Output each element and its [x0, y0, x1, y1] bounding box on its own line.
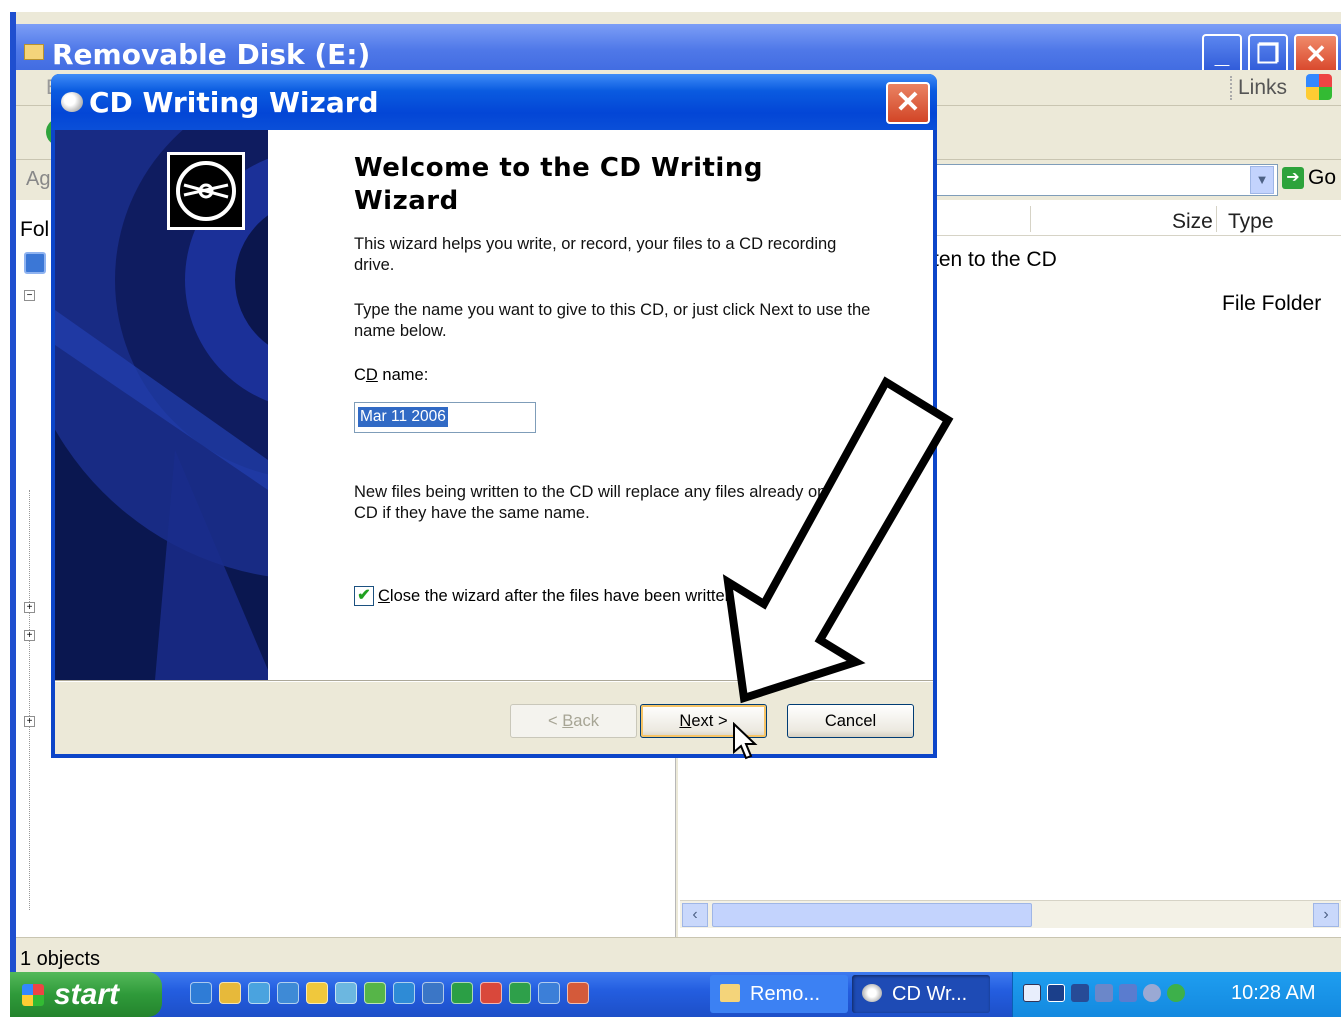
status-bar: 1 objects: [16, 937, 1341, 977]
column-separator[interactable]: [1030, 206, 1031, 232]
wizard-titlebar[interactable]: CD Writing Wizard ✕: [51, 74, 937, 130]
minimize-button[interactable]: _: [1202, 34, 1242, 74]
desktop-icon[interactable]: [24, 252, 46, 274]
address-label: Ag: [26, 168, 51, 190]
quick-launch-icon[interactable]: [335, 982, 357, 1004]
start-label: start: [54, 978, 120, 1011]
task-label: Remo...: [750, 983, 821, 1005]
file-type-cell[interactable]: File Folder: [1222, 292, 1321, 316]
taskbar: start Remo... CD Wr... 10:28 AM: [10, 972, 1341, 1017]
cd-name-label: CD name:: [354, 366, 429, 384]
wizard-side-banner: [55, 130, 268, 680]
scroll-left-button[interactable]: ‹: [682, 903, 708, 927]
scroll-thumb[interactable]: [712, 903, 1032, 927]
tray-app-icon[interactable]: [1047, 984, 1065, 1002]
cd-name-value: Mar 11 2006: [358, 407, 448, 427]
tree-expander[interactable]: −: [24, 290, 35, 301]
quick-launch-icon[interactable]: [248, 982, 270, 1004]
wizard-close-button[interactable]: ✕: [886, 82, 930, 124]
back-button[interactable]: < Back: [510, 704, 637, 738]
quick-launch-icon[interactable]: [190, 982, 212, 1004]
explorer-title: Removable Disk (E:): [52, 38, 371, 71]
column-size[interactable]: Size: [1172, 210, 1213, 234]
tree-expander[interactable]: +: [24, 630, 35, 641]
info-text: ten to the CD: [933, 248, 1057, 271]
cd-wizard-icon: [862, 984, 882, 1002]
address-dropdown-button[interactable]: ▼: [1250, 166, 1274, 194]
quick-launch-icon[interactable]: [306, 982, 328, 1004]
column-separator[interactable]: [1216, 206, 1217, 232]
quick-launch-icon[interactable]: [509, 982, 531, 1004]
tray-app-icon[interactable]: [1023, 984, 1041, 1002]
system-tray: 10:28 AM: [1012, 972, 1341, 1017]
start-button[interactable]: start: [10, 972, 162, 1017]
windows-logo-icon: [1306, 74, 1332, 100]
close-button[interactable]: ✕: [1294, 34, 1338, 74]
task-label: CD Wr...: [892, 983, 968, 1005]
clock[interactable]: 10:28 AM: [1231, 982, 1316, 1005]
volume-icon[interactable]: [1143, 984, 1161, 1002]
folder-icon: [720, 984, 740, 1002]
wizard-title: CD Writing Wizard: [89, 86, 379, 119]
annotation-arrow-icon: [722, 376, 954, 704]
links-toolbar[interactable]: Links: [1230, 76, 1287, 100]
quick-launch-icon[interactable]: [364, 982, 386, 1004]
quick-launch-icon[interactable]: [393, 982, 415, 1004]
mouse-cursor-icon: [733, 722, 758, 760]
scroll-right-button[interactable]: ›: [1313, 903, 1339, 927]
column-type[interactable]: Type: [1228, 210, 1274, 234]
wizard-intro-text: This wizard helps you write, or record, …: [354, 235, 837, 274]
security-icon[interactable]: [1167, 984, 1185, 1002]
quick-launch-icon[interactable]: [277, 982, 299, 1004]
status-text: 1 objects: [20, 948, 101, 970]
quick-launch: [190, 982, 589, 1008]
wizard-instruction-text: Type the name you want to give to this C…: [354, 301, 871, 340]
tray-icons: [1023, 984, 1185, 1002]
tree-expander[interactable]: +: [24, 602, 35, 613]
checkmark-icon[interactable]: ✔: [354, 586, 374, 606]
tree-expander[interactable]: +: [24, 716, 35, 727]
tray-monitor-icon[interactable]: [1071, 984, 1089, 1002]
network-disconnected-icon[interactable]: [1095, 984, 1113, 1002]
quick-launch-icon[interactable]: [538, 982, 560, 1004]
cd-name-input[interactable]: Mar 11 2006: [354, 402, 536, 433]
windows-flag-icon: [22, 984, 44, 1006]
cd-wizard-icon: [61, 92, 83, 112]
wizard-heading: Welcome to the CD Writing Wizard: [354, 153, 763, 216]
go-arrow-icon: ➔: [1282, 167, 1304, 190]
folder-icon: [24, 44, 44, 60]
quick-launch-icon[interactable]: [451, 982, 473, 1004]
tree-line: [29, 490, 30, 910]
folders-header: Fol: [20, 218, 50, 241]
taskbar-task-cd-wizard[interactable]: CD Wr...: [852, 975, 990, 1013]
taskbar-task-removable-disk[interactable]: Remo...: [710, 975, 848, 1013]
restore-button[interactable]: ❐: [1248, 34, 1288, 74]
close-wizard-checkbox-label[interactable]: Close the wizard after the files have be…: [378, 587, 734, 606]
quick-launch-icon[interactable]: [480, 982, 502, 1004]
quick-launch-icon[interactable]: [567, 982, 589, 1004]
cd-disc-icon: [167, 152, 245, 230]
go-button[interactable]: ➔ Go: [1282, 166, 1336, 190]
network-icon[interactable]: [1119, 984, 1137, 1002]
quick-launch-icon[interactable]: [422, 982, 444, 1004]
quick-launch-icon[interactable]: [219, 982, 241, 1004]
horizontal-scrollbar[interactable]: ‹ ›: [680, 900, 1341, 928]
go-label: Go: [1308, 166, 1337, 189]
